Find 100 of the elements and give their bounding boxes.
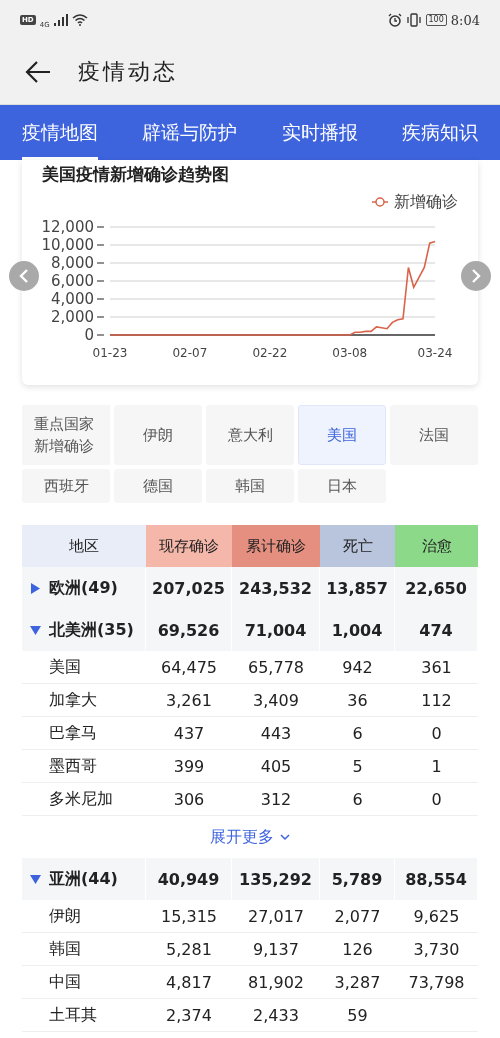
table-cell: 9,625 [395,900,478,933]
country-button[interactable]: 日本 [298,469,386,503]
tab[interactable]: 辟谣与防护 [142,105,238,160]
table-cell: 0 [395,717,478,750]
table-cell: 73,798 [395,966,478,999]
table-cell: 5,789 [320,858,395,900]
clock-time: 8:04 [450,12,480,28]
table-cell: 2,374 [146,999,232,1032]
table-cell: 15,315 [146,900,232,933]
table-cell: 65,778 [232,651,320,684]
table-cell: 3,409 [232,684,320,717]
table-cell: 3,261 [146,684,232,717]
region-name: 欧洲(49) [49,577,118,599]
table-cell: 3,287 [320,966,395,999]
table-cell: 399 [146,750,232,783]
vibrate-icon [405,13,422,27]
table-cell: 3,730 [395,933,478,966]
table-cell: 306 [146,783,232,816]
collapse-triangle-icon[interactable] [30,624,41,636]
grid-label: 重点国家新增确诊 [22,405,110,465]
table-cell: 13,857 [320,567,395,609]
table-cell: 4,817 [146,966,232,999]
axis-label: 8,000 [51,254,94,272]
column-header: 地区 [22,525,146,567]
table-cell: 5 [320,750,395,783]
table-cell: 1 [395,750,478,783]
axis-label: 12,000 [41,218,94,236]
table-cell: 5,281 [146,933,232,966]
region-name: 亚洲(44) [49,868,118,890]
axis-label: 6,000 [51,272,94,290]
table-cell: 韩国 [22,933,146,966]
tab[interactable]: 实时播报 [281,105,358,160]
table-cell: 64,475 [146,651,232,684]
axis-label: 2,000 [51,308,94,326]
expand-triangle-icon[interactable] [30,582,41,594]
table-cell: 2,433 [232,999,320,1032]
axis-label: 0 [84,326,94,344]
table-cell: 71,004 [232,609,320,651]
table-cell: 405 [232,750,320,783]
table-cell: 69,526 [146,609,232,651]
axis-label: 02-22 [252,346,288,360]
table-cell: 土耳其 [22,999,146,1032]
table-cell: 40,949 [146,858,232,900]
column-header: 死亡 [320,525,395,567]
country-button[interactable]: 美国 [298,405,386,465]
expand-more-link[interactable]: 展开更多 [210,826,290,848]
table-cell: 9,137 [232,933,320,966]
page-title: 疫情动态 [78,58,178,86]
axis-label: 01-23 [92,346,128,360]
country-button[interactable]: 德国 [114,469,202,503]
axis-label: 03-08 [332,346,368,360]
column-header: 累计确诊 [232,525,320,567]
legend-icon [372,197,388,207]
wifi-icon [71,14,88,26]
legend-label: 新增确诊 [394,191,458,213]
table-cell: 多米尼加 [22,783,146,816]
table-cell: 美国 [22,651,146,684]
table-cell: 59 [320,999,395,1032]
axis-label: 02-07 [172,346,208,360]
country-button[interactable]: 西班牙 [22,469,110,503]
table-cell: 437 [146,717,232,750]
table-cell: 207,025 [146,567,232,609]
column-header: 现存确诊 [146,525,232,567]
table-cell: 243,532 [232,567,320,609]
back-button[interactable] [24,60,52,84]
table-cell: 312 [232,783,320,816]
table-cell: 36 [320,684,395,717]
table-cell: 6 [320,717,395,750]
table-cell: 中国 [22,966,146,999]
tab[interactable]: 疾病知识 [402,105,478,160]
table-cell: 2,077 [320,900,395,933]
country-button[interactable]: 伊朗 [114,405,202,465]
table-cell: 22,650 [395,567,478,609]
chart-title: 美国疫情新增确诊趋势图 [41,163,230,186]
table-cell: 加拿大 [22,684,146,717]
table-cell: 27,017 [232,900,320,933]
table-cell: 墨西哥 [22,750,146,783]
country-button[interactable]: 法国 [390,405,478,465]
axis-label: 10,000 [41,236,94,254]
table-cell: 474 [395,609,478,651]
table-cell: 135,292 [232,858,320,900]
axis-label: 03-24 [417,346,453,360]
axis-label: 4,000 [51,290,94,308]
collapse-triangle-icon[interactable] [30,873,41,885]
table-cell: 942 [320,651,395,684]
alarm-icon [387,13,402,27]
table-cell: 443 [232,717,320,750]
region-name: 北美洲(35) [49,619,134,641]
table-cell: 112 [395,684,478,717]
table-cell: 1,004 [320,609,395,651]
table-cell: 88,554 [395,858,478,900]
signal-icon [53,14,68,26]
table-cell: 81,902 [232,966,320,999]
country-button[interactable]: 韩国 [206,469,294,503]
battery-icon: 100 [425,14,447,26]
country-button[interactable]: 意大利 [206,405,294,465]
chevron-down-icon [280,833,290,841]
table-cell: 伊朗 [22,900,146,933]
table-cell: 126 [320,933,395,966]
table-cell: 6 [320,783,395,816]
